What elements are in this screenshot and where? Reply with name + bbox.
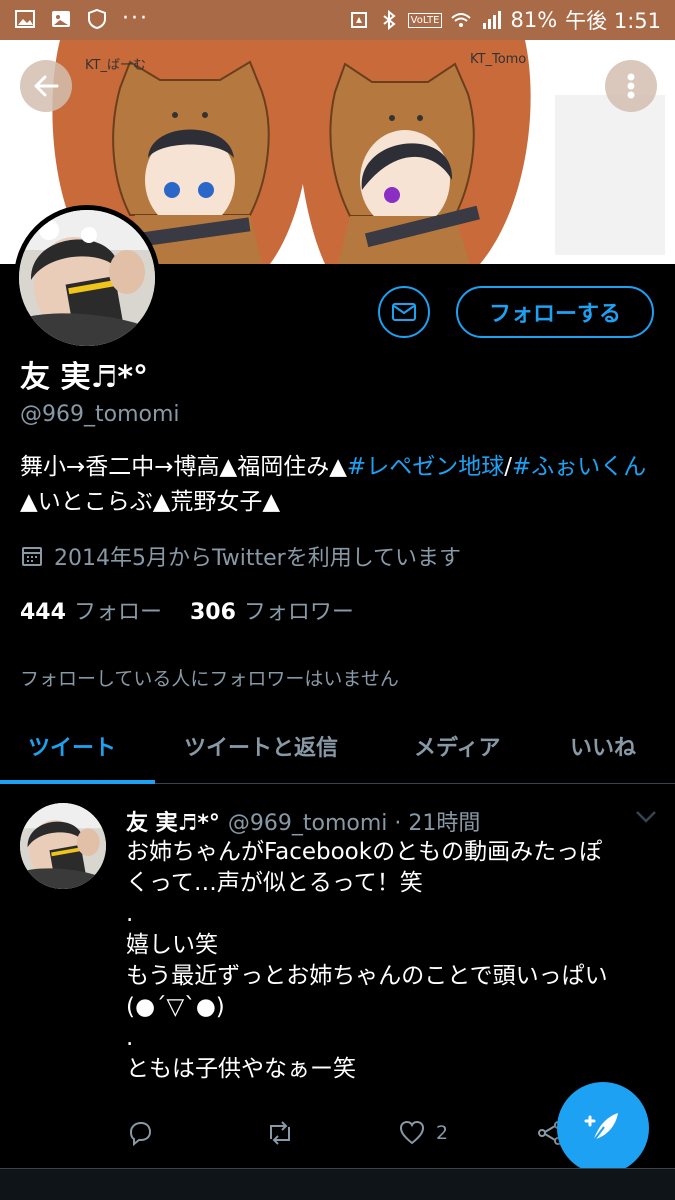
tab-tweets-replies[interactable]: ツイートと返信 bbox=[184, 730, 338, 762]
avatar-photo bbox=[19, 210, 155, 346]
active-tab-indicator bbox=[0, 780, 155, 784]
signal-icon bbox=[483, 11, 502, 29]
like-button[interactable]: 2 bbox=[398, 1119, 448, 1147]
profile-display-name: 友 実♬*° bbox=[20, 360, 149, 395]
status-right-icons: VoLTE 81% 午後 1:51 bbox=[348, 5, 661, 35]
tab-media[interactable]: メディア bbox=[414, 730, 500, 762]
tweet-line: 嬉しい笑 bbox=[126, 932, 218, 958]
following-link[interactable]: 444 フォロー bbox=[20, 594, 162, 626]
retweet-button[interactable] bbox=[264, 1119, 296, 1147]
banner-left-signature: KT_ばーむ bbox=[85, 58, 146, 73]
gallery-icon bbox=[15, 9, 35, 28]
reply-icon bbox=[129, 1121, 152, 1147]
tweet-line: (●´▽`●) bbox=[126, 994, 225, 1020]
followers-count: 306 bbox=[189, 600, 236, 625]
profile-tabs: ツイート ツイートと返信 メディア いいね bbox=[0, 708, 675, 784]
photo-icon bbox=[52, 10, 70, 27]
bottom-navigation-edge bbox=[0, 1168, 675, 1200]
following-label: フォロー bbox=[73, 600, 162, 625]
hashtag-link[interactable]: #ふぉいくん bbox=[512, 454, 646, 480]
wifi-icon bbox=[451, 13, 472, 27]
tweet-line: お姉ちゃんがFacebookのともの動画みたっぽ bbox=[126, 839, 603, 865]
tweet-line: . bbox=[126, 1025, 134, 1051]
clock: 午後 1:51 bbox=[565, 9, 661, 33]
mutual-followers-note: フォローしている人にフォロワーはいません bbox=[20, 668, 399, 690]
retweet-icon bbox=[270, 1121, 290, 1145]
battery-level: 81% bbox=[510, 8, 558, 32]
tweet-actions: 2 bbox=[126, 1119, 566, 1151]
bio-text: 舞小→香二中→博高▲福岡住み▲ bbox=[20, 454, 347, 480]
compose-feather-icon bbox=[584, 1113, 618, 1144]
tweet-line: くって…声が似とるって！笑 bbox=[126, 870, 423, 896]
like-count: 2 bbox=[436, 1122, 449, 1144]
tweet-line: . bbox=[126, 901, 134, 927]
profile-avatar[interactable] bbox=[14, 205, 160, 351]
recycle-icon bbox=[350, 12, 367, 28]
joined-date: 2014年5月からTwitterを利用しています bbox=[20, 540, 461, 572]
tweet-author-name[interactable]: 友 実♬*° bbox=[126, 805, 220, 837]
bio-text: ▲いとこらぶ▲荒野女子▲ bbox=[20, 489, 281, 515]
hashtag-link[interactable]: #レペゼン地球 bbox=[347, 454, 504, 480]
back-arrow-icon bbox=[34, 75, 59, 97]
envelope-icon bbox=[392, 303, 416, 321]
tweet-line: ともは子供やなぁー笑 bbox=[126, 1056, 356, 1082]
tab-likes[interactable]: いいね bbox=[570, 730, 636, 762]
more-notifications-icon: ··· bbox=[122, 6, 149, 31]
status-bar: ··· VoLTE 81% 午後 1:51 bbox=[0, 0, 675, 40]
followers-link[interactable]: 306 フォロワー bbox=[190, 594, 354, 626]
follow-stats: 444 フォロー 306 フォロワー bbox=[20, 594, 354, 626]
tweet-avatar[interactable] bbox=[20, 803, 106, 889]
more-options-button[interactable] bbox=[605, 60, 657, 112]
bluetooth-icon bbox=[383, 9, 396, 31]
back-button[interactable] bbox=[20, 60, 72, 112]
profile-bio: 舞小→香二中→博高▲福岡住み▲#レペゼン地球/#ふぉいくん ▲いとこらぶ▲荒野女子… bbox=[20, 450, 650, 520]
tweet-text: お姉ちゃんがFacebookのともの動画みたっぽ くって…声が似とるって！笑 .… bbox=[126, 837, 656, 1085]
more-vertical-icon bbox=[627, 73, 635, 99]
tab-tweets[interactable]: ツイート bbox=[28, 730, 116, 762]
compose-tweet-button[interactable] bbox=[557, 1082, 649, 1174]
banner-right-signature: KT_Tomo bbox=[470, 52, 527, 67]
heart-icon bbox=[399, 1120, 425, 1145]
profile-handle: @969_tomomi bbox=[20, 402, 180, 427]
volte-badge: VoLTE bbox=[407, 12, 443, 28]
tweet-line: もう最近ずっとお姉ちゃんのことで頭いっぱい bbox=[126, 963, 608, 989]
tweet-handle-time: @969_tomomi · 21時間 bbox=[227, 811, 481, 836]
shield-icon bbox=[88, 8, 106, 29]
chevron-down-icon[interactable] bbox=[634, 809, 658, 825]
follow-button[interactable]: フォローする bbox=[456, 286, 654, 338]
reply-button[interactable] bbox=[126, 1119, 154, 1147]
joined-text: 2014年5月からTwitterを利用しています bbox=[54, 546, 462, 571]
tweet-avatar-photo bbox=[20, 803, 106, 889]
bio-separator: / bbox=[504, 454, 512, 480]
calendar-icon bbox=[22, 547, 42, 566]
following-count: 444 bbox=[20, 600, 66, 625]
status-left-icons: ··· bbox=[14, 6, 149, 31]
message-button[interactable] bbox=[378, 286, 430, 338]
tweet-header: 友 実♬*° @969_tomomi · 21時間 bbox=[126, 805, 480, 837]
followers-label: フォロワー bbox=[243, 600, 354, 625]
